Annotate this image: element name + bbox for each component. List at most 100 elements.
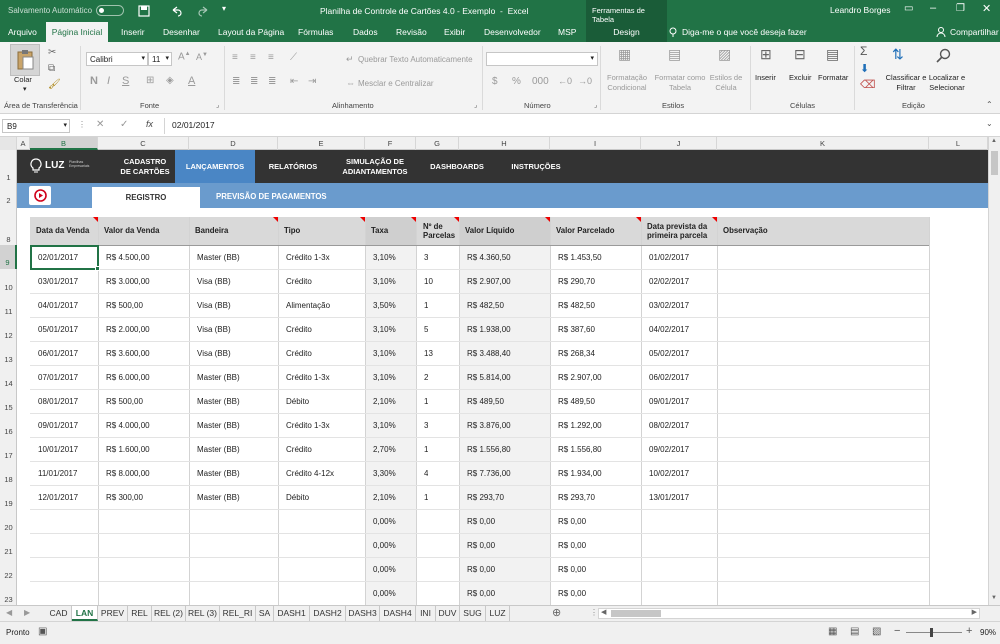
th-taxa[interactable]: Taxa <box>365 217 416 245</box>
cell-valor-parcelado[interactable]: R$ 0,00 <box>558 565 586 574</box>
col-header[interactable]: I <box>550 137 641 150</box>
cell-parcelas[interactable]: 1 <box>424 397 428 406</box>
format-cells-icon[interactable]: ▤ <box>826 46 839 63</box>
font-color-icon[interactable]: A <box>188 75 195 87</box>
prev-sheet-icon[interactable]: ◀ <box>6 608 12 617</box>
sheet-tab[interactable]: DASH4 <box>380 606 416 621</box>
cell-tipo[interactable]: Crédito <box>286 277 312 286</box>
cell-data-venda[interactable]: 03/01/2017 <box>38 277 78 286</box>
cell-data-prevista[interactable]: 03/02/2017 <box>649 301 689 310</box>
cell-valor-liquido[interactable]: R$ 293,70 <box>467 493 504 502</box>
currency-icon[interactable]: $ <box>492 76 498 87</box>
expand-formula-icon[interactable]: ⌄ <box>986 119 993 128</box>
tab-arquivo[interactable]: Arquivo <box>8 22 37 42</box>
sheet-tab[interactable]: DUV <box>436 606 460 621</box>
cell-tipo[interactable]: Débito <box>286 397 309 406</box>
tab-desenhar[interactable]: Desenhar <box>163 22 200 42</box>
cond-format-icon[interactable]: ▦ <box>618 46 631 63</box>
autosum-icon[interactable]: Σ <box>860 44 867 58</box>
cell-valor-liquido[interactable]: R$ 1.556,80 <box>467 445 511 454</box>
cell-valor-liquido[interactable]: R$ 1.938,00 <box>467 325 511 334</box>
formula-input[interactable]: 02/01/2017 <box>172 120 215 130</box>
cell-valor-venda[interactable]: R$ 1.600,00 <box>106 445 150 454</box>
cell-parcelas[interactable]: 13 <box>424 349 433 358</box>
alignment-launcher-icon[interactable]: ⌟ <box>474 101 477 109</box>
cancel-icon[interactable]: ✕ <box>96 119 104 130</box>
redo-icon[interactable] <box>198 5 210 17</box>
cell-data-prevista[interactable]: 10/02/2017 <box>649 469 689 478</box>
close-icon[interactable]: ✕ <box>982 2 991 15</box>
cell-valor-liquido[interactable]: R$ 7.736,00 <box>467 469 511 478</box>
cell-bandeira[interactable]: Visa (BB) <box>197 301 231 310</box>
row-header[interactable]: 18 <box>0 475 17 484</box>
fill-handle[interactable] <box>95 266 100 271</box>
cell-valor-venda[interactable]: R$ 2.000,00 <box>106 325 150 334</box>
cell-valor-liquido[interactable]: R$ 0,00 <box>467 589 495 598</box>
insert-function-button[interactable]: fx <box>146 119 153 129</box>
cell-data-prevista[interactable]: 09/01/2017 <box>649 397 689 406</box>
customize-qat-icon[interactable]: ▾ <box>222 4 226 13</box>
cell-taxa[interactable]: 3,10% <box>373 373 396 382</box>
fill-color-icon[interactable]: ◈ <box>166 75 174 86</box>
cell-taxa[interactable]: 0,00% <box>373 565 396 574</box>
save-icon[interactable] <box>138 5 150 17</box>
th-valor-venda[interactable]: Valor da Venda <box>98 217 189 245</box>
row-header[interactable]: 11 <box>0 307 17 316</box>
cell-data-venda[interactable]: 12/01/2017 <box>38 493 78 502</box>
cell-bandeira[interactable]: Master (BB) <box>197 493 240 502</box>
cell-valor-venda[interactable]: R$ 4.500,00 <box>106 253 150 262</box>
cell-valor-venda[interactable]: R$ 500,00 <box>106 301 143 310</box>
cell-bandeira[interactable]: Visa (BB) <box>197 349 231 358</box>
row-header[interactable]: 16 <box>0 427 17 436</box>
tab-revisao[interactable]: Revisão <box>396 22 427 42</box>
increase-decimal-icon[interactable]: ←0 <box>558 76 572 86</box>
tab-desenvolvedor[interactable]: Desenvolvedor <box>484 22 541 42</box>
sheet-tab[interactable]: INI <box>416 606 436 621</box>
zoom-in-icon[interactable]: + <box>966 625 972 637</box>
row-header[interactable]: 23 <box>0 595 17 604</box>
format-table-button[interactable]: Formatar como Tabela <box>652 73 708 93</box>
bold-button[interactable]: N <box>90 75 98 87</box>
row-header[interactable]: 21 <box>0 547 17 556</box>
next-sheet-icon[interactable]: ▶ <box>24 608 30 617</box>
scroll-right-icon[interactable]: ▶ <box>972 608 977 616</box>
cell-data-venda[interactable]: 02/01/2017 <box>38 253 78 262</box>
sheet-tab[interactable]: DASH3 <box>346 606 380 621</box>
sheet-tab[interactable]: DASH1 <box>274 606 310 621</box>
cell-tipo[interactable]: Débito <box>286 493 309 502</box>
subtab-previsao[interactable]: PREVISÃO DE PAGAMENTOS <box>216 192 327 201</box>
cell-data-venda[interactable]: 11/01/2017 <box>38 469 77 478</box>
grow-font-icon[interactable]: A▲ <box>178 51 191 62</box>
insert-cells-button[interactable]: Inserir <box>755 73 776 83</box>
cell-data-venda[interactable]: 09/01/2017 <box>38 421 78 430</box>
cell-parcelas[interactable]: 1 <box>424 493 428 502</box>
cell-bandeira[interactable]: Master (BB) <box>197 397 240 406</box>
row-header[interactable]: 13 <box>0 355 17 364</box>
merge-center-button[interactable]: Mesclar e Centralizar <box>358 79 434 88</box>
sheet-tab[interactable]: DASH2 <box>310 606 346 621</box>
cell-valor-liquido[interactable]: R$ 0,00 <box>467 565 495 574</box>
thousands-icon[interactable]: 000 <box>532 76 549 87</box>
col-header[interactable]: H <box>459 137 550 150</box>
name-box-dropdown-icon[interactable]: ▾ <box>63 121 67 129</box>
align-top-icon[interactable]: ≡ <box>232 52 238 63</box>
borders-icon[interactable]: ⊞ <box>146 75 154 86</box>
th-bandeira[interactable]: Bandeira <box>189 217 278 245</box>
font-name-box[interactable]: Calibri ▾ <box>86 52 148 66</box>
tab-msp[interactable]: MSP <box>558 22 576 42</box>
merge-icon[interactable]: ⇔ <box>346 78 355 88</box>
th-observacao[interactable]: Observação <box>717 217 929 245</box>
col-header[interactable]: C <box>98 137 189 150</box>
cell-data-prevista[interactable]: 04/02/2017 <box>649 325 689 334</box>
cell-bandeira[interactable]: Visa (BB) <box>197 325 231 334</box>
cell-valor-venda[interactable]: R$ 300,00 <box>106 493 143 502</box>
clear-icon[interactable]: ⌫ <box>860 78 876 91</box>
cell-valor-parcelado[interactable]: R$ 489,50 <box>558 397 595 406</box>
cell-data-venda[interactable]: 04/01/2017 <box>38 301 78 310</box>
col-header[interactable]: A <box>17 137 30 150</box>
cell-tipo[interactable]: Crédito <box>286 325 312 334</box>
cell-bandeira[interactable]: Master (BB) <box>197 469 240 478</box>
cell-valor-liquido[interactable]: R$ 3.876,00 <box>467 421 511 430</box>
share-button[interactable]: Compartilhar <box>950 22 999 42</box>
collapse-ribbon-icon[interactable]: ⌃ <box>986 100 993 109</box>
